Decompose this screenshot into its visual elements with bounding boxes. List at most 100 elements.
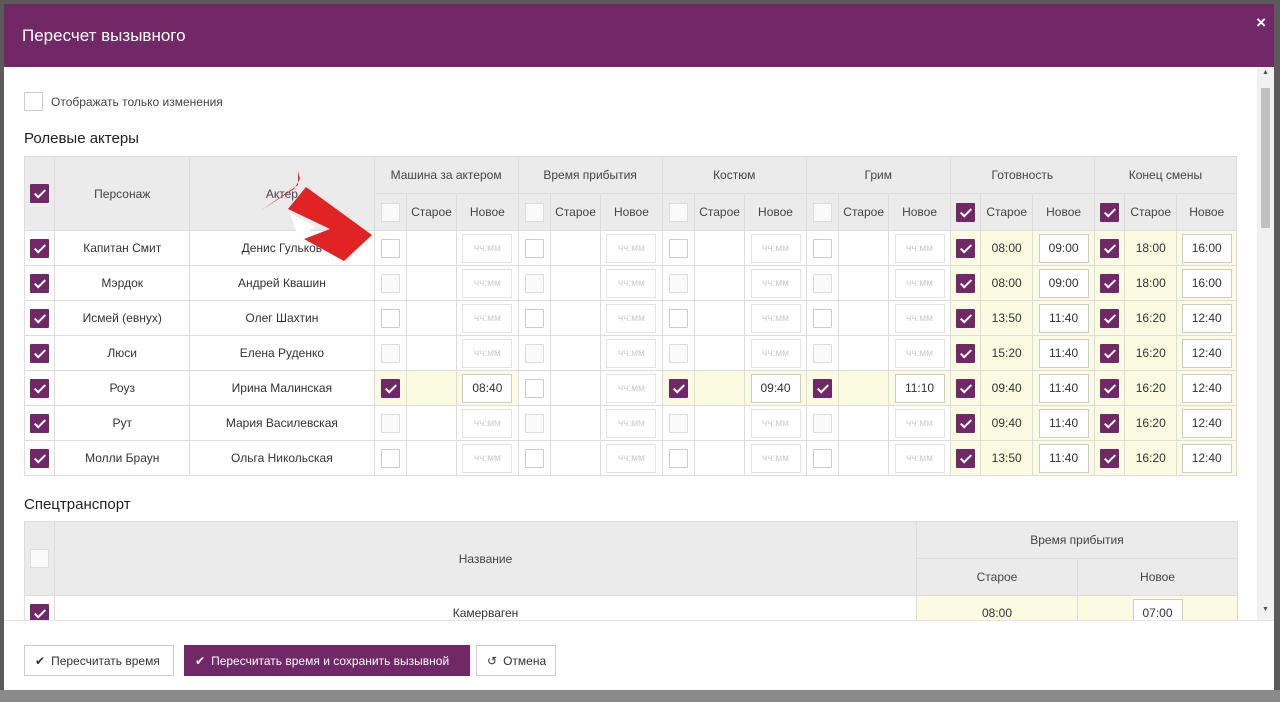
arrival-new-input[interactable]: чч:мм	[606, 408, 657, 438]
car-new-input[interactable]: чч:мм	[462, 408, 513, 438]
end-checkbox[interactable]	[1099, 273, 1119, 293]
only-changes-toggle[interactable]: Отображать только изменения	[24, 92, 223, 111]
ready-checkbox[interactable]	[955, 413, 975, 433]
costume-new-input[interactable]: 09:40	[750, 373, 801, 403]
modal-scrollbar[interactable]: ▲ ▼	[1257, 67, 1274, 620]
makeup-new-input[interactable]: чч:мм	[894, 408, 945, 438]
end-new-input[interactable]: 16:00	[1181, 233, 1232, 263]
row-select-checkbox[interactable]	[30, 413, 50, 433]
ready-checkbox[interactable]	[955, 273, 975, 293]
select-all-ready-checkbox[interactable]	[955, 202, 975, 222]
only-changes-checkbox[interactable]	[24, 92, 43, 111]
row-select-checkbox[interactable]	[30, 448, 50, 468]
makeup-new-input[interactable]: чч:мм	[894, 268, 945, 298]
end-new-input[interactable]: 12:40	[1181, 373, 1232, 403]
ready-new-input[interactable]: 11:40	[1038, 443, 1089, 473]
makeup-checkbox[interactable]	[812, 238, 832, 258]
transport-new-input[interactable]: 07:00	[1132, 598, 1183, 620]
makeup-checkbox[interactable]	[812, 448, 832, 468]
arrival-checkbox[interactable]	[524, 448, 544, 468]
select-all-costume-checkbox[interactable]	[668, 202, 688, 222]
row-select-checkbox[interactable]	[30, 238, 50, 258]
arrival-new-input[interactable]: чч:мм	[606, 373, 657, 403]
recalc-save-button[interactable]: ✔ Пересчитать время и сохранить вызывной	[184, 645, 470, 676]
ready-new-input[interactable]: 09:00	[1038, 233, 1089, 263]
car-checkbox[interactable]	[380, 378, 400, 398]
car-new-input[interactable]: чч:мм	[462, 303, 513, 333]
row-select-checkbox[interactable]	[30, 343, 50, 363]
car-checkbox[interactable]	[380, 238, 400, 258]
arrival-checkbox[interactable]	[524, 238, 544, 258]
end-new-input[interactable]: 12:40	[1181, 443, 1232, 473]
arrival-checkbox[interactable]	[524, 378, 544, 398]
costume-checkbox[interactable]	[668, 238, 688, 258]
car-new-input[interactable]: чч:мм	[462, 233, 513, 263]
costume-new-input[interactable]: чч:мм	[750, 268, 801, 298]
scroll-down-icon[interactable]: ▼	[1257, 606, 1274, 618]
makeup-new-input[interactable]: чч:мм	[894, 338, 945, 368]
arrival-new-input[interactable]: чч:мм	[606, 443, 657, 473]
recalc-button[interactable]: ✔ Пересчитать время	[24, 645, 174, 676]
end-checkbox[interactable]	[1099, 413, 1119, 433]
costume-checkbox[interactable]	[668, 308, 688, 328]
car-checkbox[interactable]	[380, 308, 400, 328]
end-checkbox[interactable]	[1099, 448, 1119, 468]
row-select-checkbox[interactable]	[30, 273, 50, 293]
ready-new-input[interactable]: 11:40	[1038, 303, 1089, 333]
arrival-new-input[interactable]: чч:мм	[606, 303, 657, 333]
ready-checkbox[interactable]	[955, 238, 975, 258]
ready-new-input[interactable]: 11:40	[1038, 373, 1089, 403]
makeup-new-input[interactable]: чч:мм	[894, 443, 945, 473]
ready-checkbox[interactable]	[955, 308, 975, 328]
scroll-thumb[interactable]	[1261, 88, 1270, 228]
arrival-checkbox[interactable]	[524, 308, 544, 328]
makeup-new-input[interactable]: чч:мм	[894, 303, 945, 333]
ready-new-input[interactable]: 09:00	[1038, 268, 1089, 298]
car-new-input[interactable]: чч:мм	[462, 338, 513, 368]
makeup-checkbox[interactable]	[812, 273, 832, 293]
end-new-input[interactable]: 16:00	[1181, 268, 1232, 298]
car-checkbox[interactable]	[380, 273, 400, 293]
costume-new-input[interactable]: чч:мм	[750, 443, 801, 473]
costume-new-input[interactable]: чч:мм	[750, 233, 801, 263]
arrival-checkbox[interactable]	[524, 413, 544, 433]
end-checkbox[interactable]	[1099, 378, 1119, 398]
arrival-new-input[interactable]: чч:мм	[606, 338, 657, 368]
ready-new-input[interactable]: 11:40	[1038, 408, 1089, 438]
end-checkbox[interactable]	[1099, 238, 1119, 258]
car-new-input[interactable]: 08:40	[462, 373, 513, 403]
transport-select-all-checkbox[interactable]	[30, 549, 49, 568]
car-new-input[interactable]: чч:мм	[462, 443, 513, 473]
transport-select-checkbox[interactable]	[30, 603, 49, 620]
select-all-arrival-checkbox[interactable]	[524, 202, 544, 222]
car-new-input[interactable]: чч:мм	[462, 268, 513, 298]
arrival-new-input[interactable]: чч:мм	[606, 268, 657, 298]
end-checkbox[interactable]	[1099, 343, 1119, 363]
select-all-makeup-checkbox[interactable]	[812, 202, 832, 222]
end-new-input[interactable]: 12:40	[1181, 303, 1232, 333]
makeup-checkbox[interactable]	[812, 378, 832, 398]
car-checkbox[interactable]	[380, 448, 400, 468]
makeup-checkbox[interactable]	[812, 308, 832, 328]
costume-checkbox[interactable]	[668, 448, 688, 468]
ready-checkbox[interactable]	[955, 378, 975, 398]
makeup-checkbox[interactable]	[812, 413, 832, 433]
select-all-checkbox[interactable]	[30, 184, 50, 203]
costume-checkbox[interactable]	[668, 378, 688, 398]
arrival-checkbox[interactable]	[524, 273, 544, 293]
costume-checkbox[interactable]	[668, 413, 688, 433]
end-new-input[interactable]: 12:40	[1181, 338, 1232, 368]
select-all-car-checkbox[interactable]	[380, 202, 400, 222]
cancel-button[interactable]: ↺ Отмена	[476, 645, 556, 676]
makeup-new-input[interactable]: чч:мм	[894, 233, 945, 263]
makeup-new-input[interactable]: 11:10	[894, 373, 945, 403]
ready-new-input[interactable]: 11:40	[1038, 338, 1089, 368]
ready-checkbox[interactable]	[955, 343, 975, 363]
row-select-checkbox[interactable]	[30, 378, 50, 398]
end-checkbox[interactable]	[1099, 308, 1119, 328]
arrival-checkbox[interactable]	[524, 343, 544, 363]
costume-checkbox[interactable]	[668, 343, 688, 363]
arrival-new-input[interactable]: чч:мм	[606, 233, 657, 263]
makeup-checkbox[interactable]	[812, 343, 832, 363]
costume-new-input[interactable]: чч:мм	[750, 303, 801, 333]
